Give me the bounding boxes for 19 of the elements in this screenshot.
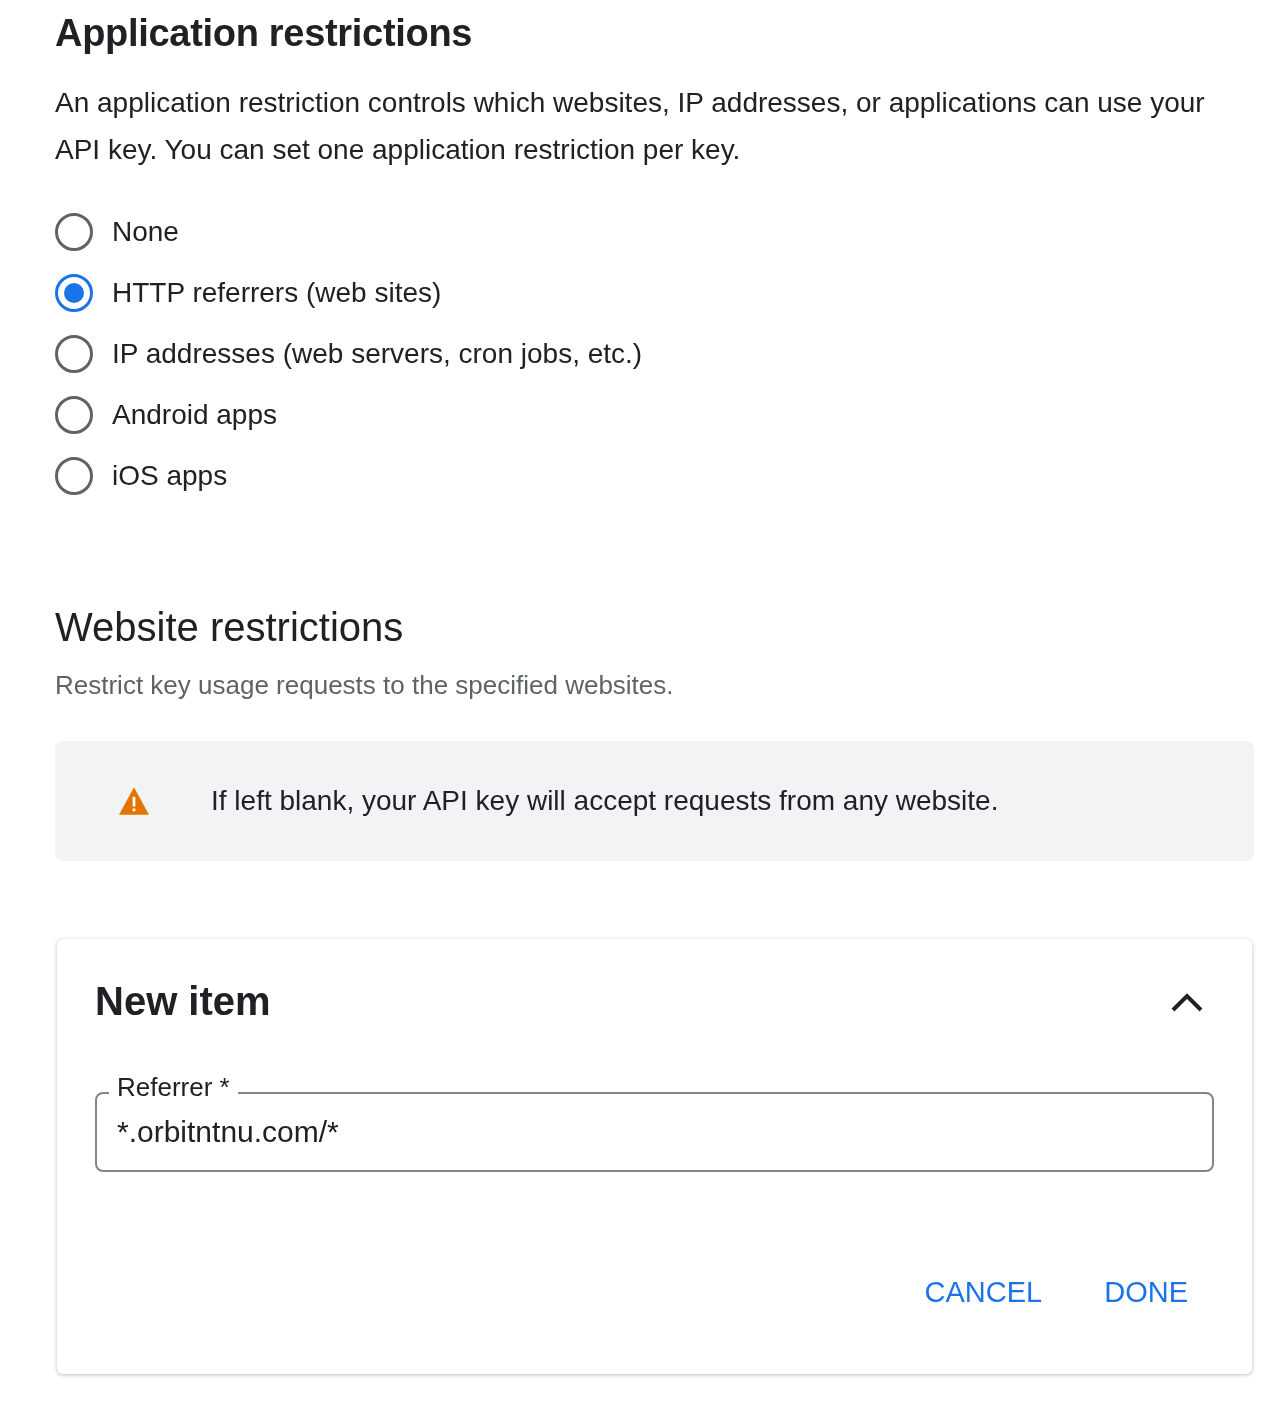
description: An application restriction controls which websites, IP addresses, or applications can use your API key. You can set one application restriction per key. xyxy=(55,86,1206,167)
radio-button[interactable] xyxy=(55,335,93,373)
warning-text: If left blank, your API key will accept requests from any website. xyxy=(211,785,999,817)
radio-option[interactable]: IP addresses (web servers, cron jobs, etc.) xyxy=(55,335,643,373)
radio-button[interactable] xyxy=(55,457,93,495)
text-button[interactable]: DONE xyxy=(1098,1272,1194,1313)
radio-button[interactable] xyxy=(55,213,93,251)
description: Restrict key usage requests to the specified websites. xyxy=(55,670,675,701)
card-title: New item xyxy=(95,979,271,1024)
radio-option[interactable]: Android apps xyxy=(55,396,277,434)
section-title: Application restrictions xyxy=(55,12,474,55)
radio-button[interactable] xyxy=(55,274,93,312)
radio-option[interactable]: None xyxy=(55,213,179,251)
radio-option[interactable]: HTTP referrers (web sites) xyxy=(55,274,442,312)
section-title: Website restrictions xyxy=(55,605,405,650)
text-button[interactable]: CANCEL xyxy=(918,1272,1049,1313)
warning-icon xyxy=(117,786,151,816)
radio-option[interactable]: iOS apps xyxy=(55,457,228,495)
radio-button[interactable] xyxy=(55,396,93,434)
